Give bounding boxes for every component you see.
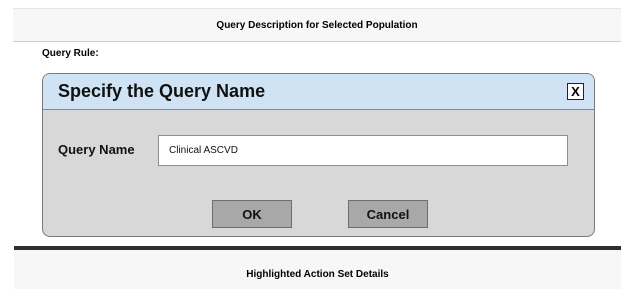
- query-description-title: Query Description for Selected Populatio…: [216, 19, 418, 31]
- query-name-input[interactable]: Clinical ASCVD: [158, 135, 568, 166]
- close-button[interactable]: X: [567, 83, 584, 100]
- dialog-title: Specify the Query Name: [58, 81, 266, 101]
- query-name-label: Query Name: [58, 142, 135, 157]
- action-set-details-header: Highlighted Action Set Details: [14, 250, 621, 289]
- ok-button[interactable]: OK: [212, 200, 292, 228]
- query-rule-label: Query Rule:: [42, 48, 99, 59]
- action-set-details-title: Highlighted Action Set Details: [246, 269, 389, 280]
- query-description-header: Query Description for Selected Populatio…: [13, 8, 621, 42]
- dialog-titlebar: Specify the Query Name X: [43, 74, 594, 110]
- query-name-dialog: Specify the Query Name X Query Name Clin…: [42, 73, 595, 237]
- cancel-button[interactable]: Cancel: [348, 200, 428, 228]
